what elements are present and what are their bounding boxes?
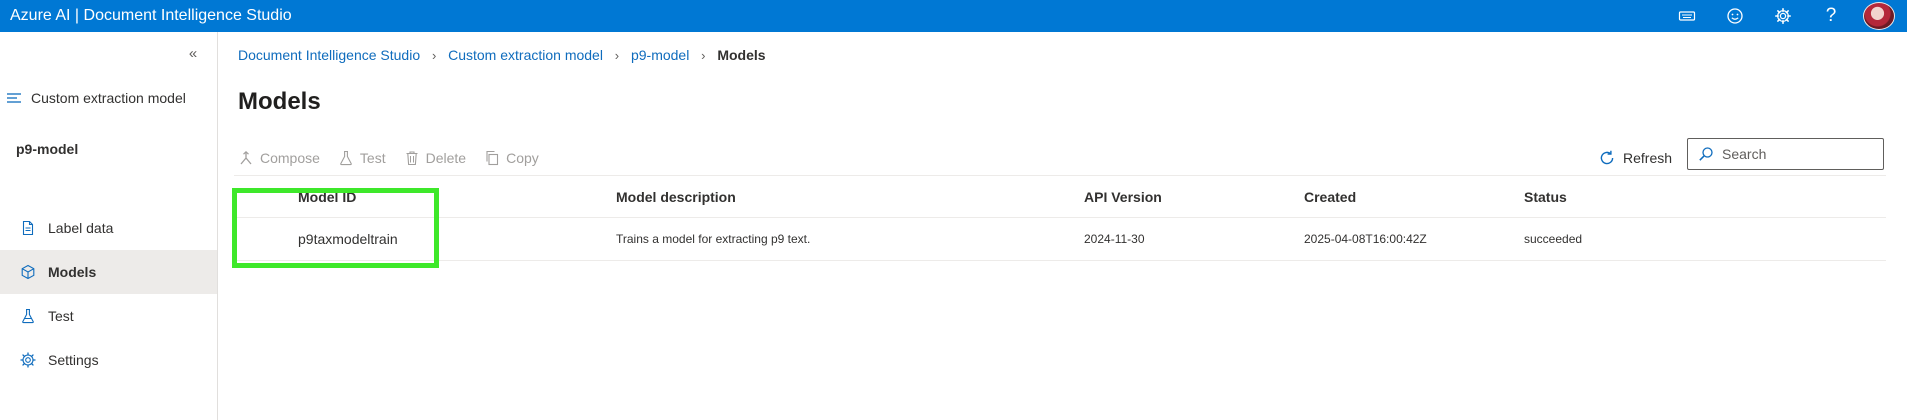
models-table: Model ID Model description API Version C… — [234, 175, 1886, 261]
breadcrumb-current: Models — [717, 47, 766, 63]
sidebar-item-label: Label data — [48, 220, 114, 236]
double-chevron-left-icon: « — [188, 44, 198, 62]
delete-button[interactable]: Delete — [404, 150, 466, 166]
sidebar-item-test[interactable]: Test — [0, 294, 217, 338]
table-header-row: Model ID Model description API Version C… — [234, 175, 1886, 218]
sidebar-item-label-data[interactable]: Label data — [0, 206, 217, 250]
flask-icon — [340, 150, 352, 166]
breadcrumb-item-studio[interactable]: Document Intelligence Studio — [238, 47, 420, 63]
collapse-sidebar-button[interactable]: « — [184, 44, 202, 62]
api-version: 2024-11-30 — [1084, 232, 1145, 246]
refresh-label: Refresh — [1623, 150, 1673, 166]
help-glyph: ? — [1825, 5, 1837, 26]
menu-lines-icon — [7, 93, 21, 103]
cube-icon — [21, 264, 35, 280]
test-button[interactable]: Test — [338, 150, 386, 166]
column-header-status[interactable]: Status — [1524, 176, 1567, 218]
app-title[interactable]: Azure AI | Document Intelligence Studio — [0, 7, 292, 25]
created-timestamp: 2025-04-08T16:00:42Z — [1304, 232, 1427, 246]
command-bar: Compose Test Delete Copy — [238, 142, 557, 174]
sidebar-item-models[interactable]: Models — [0, 250, 217, 294]
main-content: Document Intelligence Studio › Custom ex… — [218, 32, 1907, 420]
sidebar-item-settings[interactable]: Settings — [0, 338, 217, 382]
column-header-description[interactable]: Model description — [616, 176, 736, 218]
help-icon[interactable]: ? — [1807, 0, 1855, 32]
compose-label: Compose — [260, 150, 320, 166]
copy-label: Copy — [506, 150, 539, 166]
test-label: Test — [359, 150, 386, 166]
settings-gear-icon — [20, 352, 36, 368]
column-header-created[interactable]: Created — [1304, 176, 1356, 218]
project-label: Custom extraction model — [31, 90, 186, 106]
sidebar-item-label: Models — [48, 264, 97, 280]
refresh-button[interactable]: Refresh — [1598, 142, 1672, 174]
feedback-smiley-icon[interactable] — [1711, 0, 1759, 32]
column-header-model-id[interactable]: Model ID — [298, 176, 356, 218]
model-id-link[interactable]: p9taxmodeltrain — [298, 218, 398, 260]
compose-merge-icon — [240, 150, 252, 165]
flask-icon — [22, 308, 34, 324]
top-bar: Azure AI | Document Intelligence Studio … — [0, 0, 1907, 32]
delete-label: Delete — [425, 150, 467, 166]
refresh-icon — [1600, 150, 1614, 165]
trash-icon — [406, 151, 418, 166]
sidebar-project[interactable]: Custom extraction model — [6, 90, 186, 106]
model-name: p9-model — [16, 141, 79, 157]
sidebar-item-label: Settings — [48, 352, 99, 368]
settings-gear-icon[interactable] — [1759, 0, 1807, 32]
copy-icon — [486, 150, 499, 166]
page-title: Models — [238, 88, 321, 115]
sidebar-item-label: Test — [48, 308, 74, 324]
table-row[interactable]: p9taxmodeltrain Trains a model for extra… — [234, 218, 1886, 261]
chevron-right-icon: › — [431, 47, 437, 63]
breadcrumb: Document Intelligence Studio › Custom ex… — [238, 47, 766, 63]
keyboard-icon[interactable] — [1663, 0, 1711, 32]
top-bar-actions: ? — [1663, 0, 1907, 32]
breadcrumb-item-project[interactable]: Custom extraction model — [448, 47, 603, 63]
search-box[interactable] — [1687, 138, 1884, 170]
document-icon — [22, 220, 34, 236]
chevron-right-icon: › — [701, 47, 706, 63]
compose-button[interactable]: Compose — [238, 150, 320, 166]
status-text: succeeded — [1524, 232, 1583, 246]
copy-button[interactable]: Copy — [484, 150, 539, 166]
search-icon — [1699, 147, 1713, 161]
model-description: Trains a model for extracting p9 text. — [616, 232, 811, 246]
sidebar-nav: Label data Models Test Settings — [0, 206, 217, 382]
avatar[interactable] — [1863, 2, 1895, 30]
breadcrumb-item-model[interactable]: p9-model — [631, 47, 689, 63]
search-input[interactable] — [1722, 146, 1872, 162]
chevron-right-icon: › — [614, 47, 620, 63]
column-header-api-version[interactable]: API Version — [1084, 176, 1162, 218]
sidebar: « Custom extraction model p9-model Label… — [0, 32, 218, 420]
